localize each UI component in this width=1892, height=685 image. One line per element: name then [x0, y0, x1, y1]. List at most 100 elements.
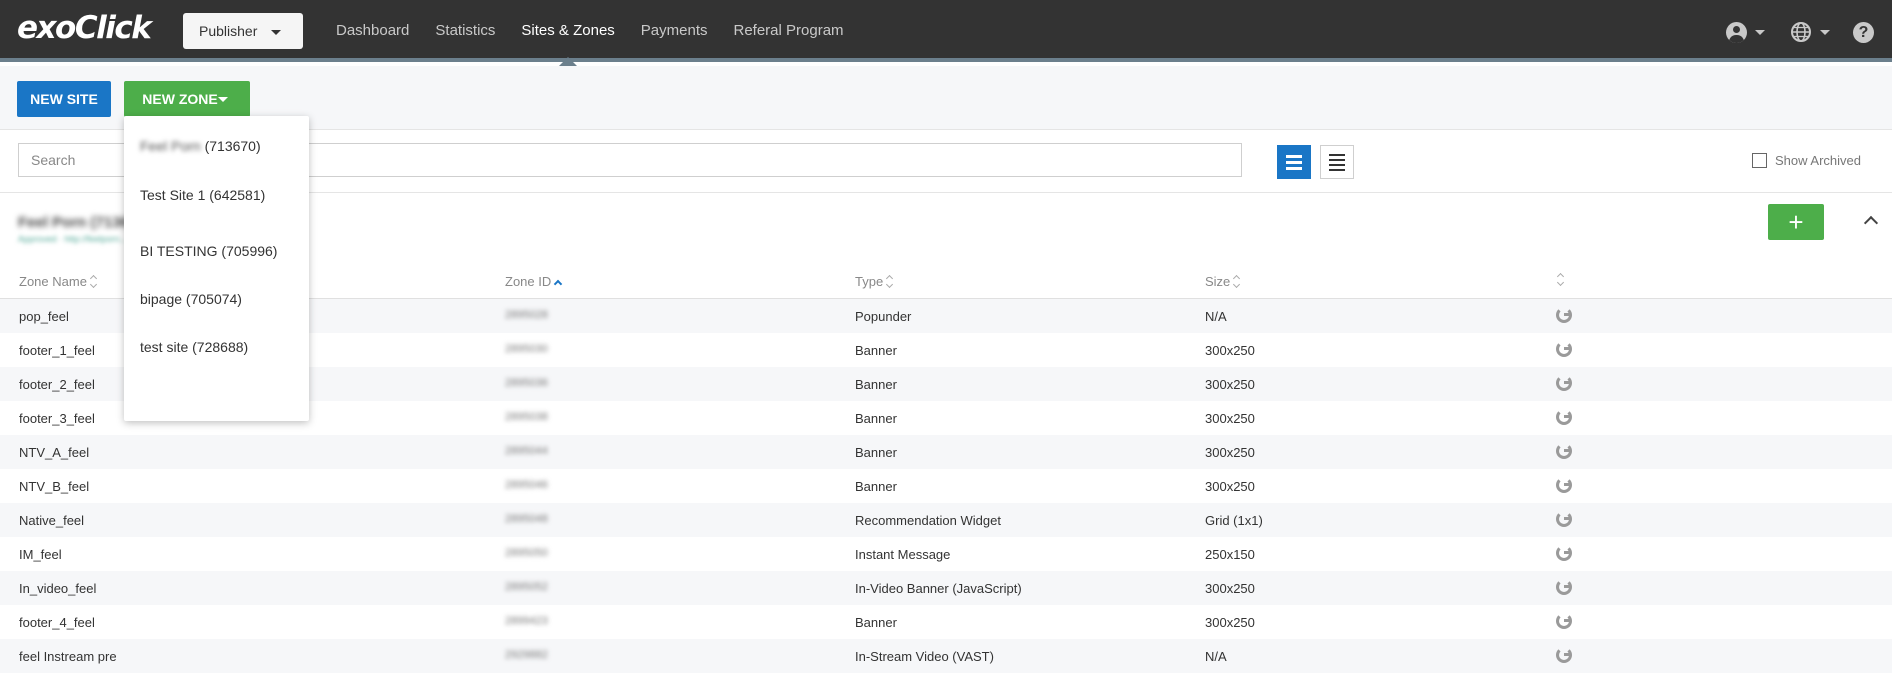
exoclick-logo[interactable]: exoClick [17, 10, 152, 46]
zone-size-cell: 300x250 [1205, 615, 1255, 630]
zone-name-cell[interactable]: NTV_A_feel [19, 445, 89, 460]
google-icon[interactable] [1556, 511, 1572, 527]
user-menu[interactable] [1726, 21, 1765, 43]
zone-name-cell[interactable]: pop_feel [19, 309, 69, 324]
nav-statistics[interactable]: Statistics [422, 0, 508, 62]
zone-name-cell[interactable]: footer_2_feel [19, 377, 95, 392]
role-select[interactable]: Publisher [183, 13, 303, 49]
dropdown-item-site[interactable]: Test Site 1 (642581) [140, 187, 265, 203]
zone-id-cell: 2895028 [505, 309, 548, 321]
grid-view-button[interactable] [1277, 145, 1311, 179]
zone-size-cell: N/A [1205, 649, 1227, 664]
new-zone-label: NEW ZONE [142, 91, 218, 107]
zone-size-cell: 300x250 [1205, 479, 1255, 494]
google-icon[interactable] [1556, 579, 1572, 595]
dropdown-item-site[interactable]: bipage (705074) [140, 291, 242, 307]
dropdown-item-site[interactable]: BI TESTING (705996) [140, 243, 277, 259]
show-archived-toggle[interactable]: Show Archived [1752, 153, 1861, 168]
dropdown-item-site[interactable]: Feel Porn (713670) [140, 138, 261, 154]
table-row[interactable]: feel Instream pre 2929882 In-Stream Video … [0, 639, 1892, 673]
help-button[interactable]: ? [1853, 21, 1874, 43]
google-icon[interactable] [1556, 307, 1572, 323]
zone-name-cell[interactable]: NTV_B_feel [19, 479, 89, 494]
site-subtitle: Approved · http://feelporn... [18, 234, 128, 244]
zone-id-cell: 2895046 [505, 479, 548, 491]
sort-icon [886, 274, 894, 289]
nav-referal-program[interactable]: Referal Program [721, 0, 857, 62]
new-zone-button[interactable]: NEW ZONE [124, 81, 250, 117]
sort-icon [1233, 274, 1241, 289]
actions-header[interactable] [1556, 272, 1565, 287]
nav-dashboard[interactable]: Dashboard [323, 0, 422, 62]
google-icon[interactable] [1556, 341, 1572, 357]
list-view-button[interactable] [1320, 145, 1354, 179]
sort-ascending-icon [554, 279, 563, 288]
zone-type-cell: Banner [855, 615, 897, 630]
zone-type-cell: Instant Message [855, 547, 951, 562]
nav-payments[interactable]: Payments [628, 0, 721, 62]
zone-id-cell: 2895052 [505, 581, 548, 593]
zone-id-header[interactable]: Zone ID [505, 274, 563, 289]
table-row[interactable]: NTV_A_feel 2895044 Banner 300x250 [0, 435, 1892, 469]
language-menu[interactable] [1790, 21, 1830, 43]
table-row[interactable]: footer_4_feel 2899423 Banner 300x250 [0, 605, 1892, 639]
zone-type-cell: Banner [855, 445, 897, 460]
type-header[interactable]: Type [855, 274, 894, 289]
zone-type-cell: In-Stream Video (VAST) [855, 649, 994, 664]
globe-icon [1791, 22, 1811, 42]
zone-size-cell: N/A [1205, 309, 1227, 324]
chevron-down-icon [218, 97, 228, 102]
table-row[interactable]: NTV_B_feel 2895046 Banner 300x250 [0, 469, 1892, 503]
google-icon[interactable] [1556, 647, 1572, 663]
zone-name-cell[interactable]: IM_feel [19, 547, 62, 562]
zone-size-cell: Grid (1x1) [1205, 513, 1263, 528]
zone-name-cell[interactable]: In_video_feel [19, 581, 96, 596]
nav-sites-zones[interactable]: Sites & Zones [508, 0, 627, 66]
google-icon[interactable] [1556, 375, 1572, 391]
zone-name-header[interactable]: Zone Name [19, 274, 97, 289]
google-icon[interactable] [1556, 477, 1572, 493]
zone-size-cell: 300x250 [1205, 411, 1255, 426]
google-icon[interactable] [1556, 443, 1572, 459]
new-site-button[interactable]: NEW SITE [17, 81, 111, 117]
help-icon: ? [1853, 21, 1874, 43]
zone-size-cell: 300x250 [1205, 581, 1255, 596]
chevron-up-icon[interactable] [1863, 215, 1879, 231]
table-row[interactable]: In_video_feel 2895052 In-Video Banner (Jav… [0, 571, 1892, 605]
zone-type-cell: Popunder [855, 309, 912, 324]
zone-id-cell: 2899423 [505, 615, 548, 627]
zone-id-cell: 2895048 [505, 513, 548, 525]
zone-name-cell[interactable]: footer_3_feel [19, 411, 95, 426]
zone-id-cell: 2929882 [505, 649, 548, 661]
zone-size-cell: 300x250 [1205, 377, 1255, 392]
show-archived-label: Show Archived [1775, 153, 1861, 168]
google-icon[interactable] [1556, 545, 1572, 561]
zone-name-cell[interactable]: feel Instream pre [19, 649, 117, 664]
zone-type-cell: Banner [855, 343, 897, 358]
zone-type-cell: Banner [855, 411, 897, 426]
chevron-down-icon [271, 30, 281, 35]
zone-id-cell: 2895044 [505, 445, 548, 457]
table-row[interactable]: Native_feel 2895048 Recommendation Widget G… [0, 503, 1892, 537]
zone-type-cell: Banner [855, 479, 897, 494]
google-icon[interactable] [1556, 613, 1572, 629]
zone-id-cell: 2895030 [505, 343, 548, 355]
dropdown-item-site[interactable]: test site (728688) [140, 339, 248, 355]
zone-name-cell[interactable]: footer_4_feel [19, 615, 95, 630]
main-nav: Dashboard Statistics Sites & Zones Payme… [323, 0, 857, 66]
zone-name-cell[interactable]: footer_1_feel [19, 343, 95, 358]
new-zone-dropdown: Feel Porn (713670) Test Site 1 (642581) … [124, 116, 309, 421]
google-icon[interactable] [1556, 409, 1572, 425]
size-header[interactable]: Size [1205, 274, 1241, 289]
add-zone-button[interactable]: + [1768, 204, 1824, 240]
zone-size-cell: 300x250 [1205, 343, 1255, 358]
table-row[interactable]: IM_feel 2895050 Instant Message 250x150 [0, 537, 1892, 571]
user-icon [1726, 21, 1747, 43]
zone-id-cell: 2895050 [505, 547, 548, 559]
show-archived-checkbox[interactable] [1752, 153, 1767, 168]
top-navigation-bar: exoClick Publisher Dashboard Statistics … [0, 0, 1892, 66]
zone-id-cell: 2895036 [505, 377, 548, 389]
chevron-down-icon [1820, 29, 1830, 35]
sort-icon [89, 274, 97, 289]
zone-name-cell[interactable]: Native_feel [19, 513, 84, 528]
